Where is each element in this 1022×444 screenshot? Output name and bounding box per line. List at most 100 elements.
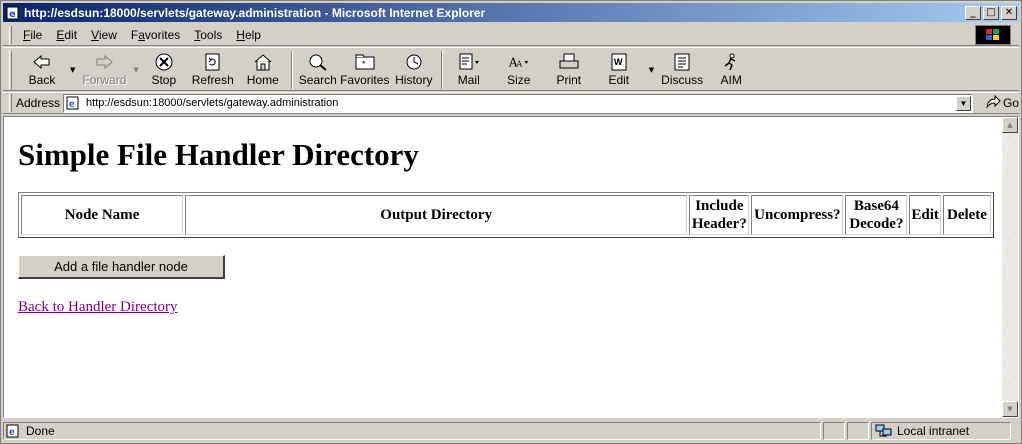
toolbar-separator (290, 51, 293, 89)
font-size-icon: AA (508, 52, 530, 72)
svg-text:A: A (515, 59, 523, 69)
vertical-scrollbar[interactable]: ▲ ▼ (1002, 117, 1018, 417)
local-intranet-icon (875, 424, 893, 438)
security-zone[interactable]: Local intranet (871, 422, 1011, 440)
column-header: Delete (942, 195, 991, 235)
column-header: Base64 Decode? (845, 195, 908, 235)
status-main: e Done (3, 422, 821, 440)
search-button[interactable]: Search (297, 48, 339, 90)
handlers-table: Node Name Output Directory Include Heade… (18, 192, 994, 238)
ie-page-icon: e (6, 424, 22, 438)
column-header: Edit (909, 195, 941, 235)
column-header: Include Header? (689, 195, 750, 235)
discuss-icon (671, 52, 693, 72)
word-edit-icon: W (608, 52, 630, 72)
column-header: Output Directory (185, 195, 688, 235)
stop-label: Stop (151, 73, 177, 87)
edit-button[interactable]: W Edit (591, 48, 647, 90)
forward-dropdown-icon[interactable]: ▼ (131, 66, 140, 74)
column-header: Node Name (21, 195, 184, 235)
menu-edit[interactable]: Edit (49, 28, 84, 42)
content-frame: Simple File Handler Directory Node Name … (3, 116, 1019, 418)
forward-label: Forward (82, 73, 127, 87)
menu-favorites[interactable]: Favorites (124, 28, 187, 42)
back-dropdown-icon[interactable]: ▼ (68, 66, 77, 74)
aim-label: AIM (720, 73, 742, 87)
address-dropdown-icon[interactable]: ▼ (955, 95, 971, 111)
favorites-folder-icon: * (354, 52, 376, 72)
svg-text:e: e (69, 99, 75, 110)
back-button[interactable]: Back (16, 48, 68, 90)
go-button[interactable]: Go (985, 94, 1019, 112)
history-button[interactable]: History (391, 48, 437, 90)
svg-text:W: W (614, 57, 623, 67)
refresh-icon (202, 52, 224, 72)
status-bar: e Done Local intranet (3, 421, 1019, 441)
windows-logo-icon (975, 25, 1011, 45)
menu-favorites-rest: vorites (144, 27, 181, 42)
menu-view[interactable]: View (84, 28, 124, 42)
menu-file[interactable]: File (16, 28, 49, 42)
browser-window: e http://esdsun:18000/servlets/gateway.a… (0, 0, 1022, 444)
menu-help-accel: H (236, 27, 245, 42)
menu-file-rest: ile (30, 27, 43, 42)
column-header: Uncompress? (751, 195, 844, 235)
maximize-button[interactable]: □ (983, 5, 999, 20)
forward-arrow-icon (93, 52, 115, 72)
refresh-label: Refresh (191, 73, 234, 87)
title-bar[interactable]: e http://esdsun:18000/servlets/gateway.a… (3, 3, 1019, 22)
standard-toolbar: Back ▼ Forward ▼ Stop Refresh Home Searc… (3, 47, 1019, 91)
refresh-button[interactable]: Refresh (187, 48, 239, 90)
stop-button[interactable]: Stop (141, 48, 187, 90)
favorites-button[interactable]: * Favorites (339, 48, 391, 90)
aim-button[interactable]: AIM (708, 48, 754, 90)
menu-favorites-accel: a (138, 27, 145, 42)
search-icon (307, 52, 329, 72)
menu-help-rest: elp (244, 27, 261, 42)
menu-edit-rest: dit (64, 27, 78, 42)
print-label: Print (556, 73, 582, 87)
favorites-label: Favorites (340, 73, 390, 87)
print-button[interactable]: Print (547, 48, 591, 90)
back-to-handler-directory-link[interactable]: Back to Handler Directory (18, 299, 178, 316)
address-url: http://esdsun:18000/servlets/gateway.adm… (86, 97, 339, 109)
address-label: Address (16, 96, 61, 110)
size-button[interactable]: AA Size (491, 48, 547, 90)
status-text: Done (26, 424, 55, 438)
close-button[interactable]: ✕ (1001, 5, 1017, 20)
scroll-up-icon[interactable]: ▲ (1002, 117, 1018, 133)
menu-tools[interactable]: Tools (187, 28, 229, 42)
aim-running-man-icon (720, 52, 742, 72)
menu-view-accel: V (91, 27, 99, 42)
discuss-button[interactable]: Discuss (656, 48, 708, 90)
address-input[interactable]: e http://esdsun:18000/servlets/gateway.a… (63, 93, 973, 113)
mail-button[interactable]: Mail (447, 48, 491, 90)
ie-page-icon: e (5, 5, 21, 21)
add-file-handler-button[interactable]: Add a file handler node (18, 255, 225, 279)
go-label: Go (1002, 96, 1019, 110)
web-page: Simple File Handler Directory Node Name … (7, 119, 1003, 415)
mail-icon (458, 52, 480, 72)
minimize-button[interactable]: _ (965, 5, 981, 20)
menu-help[interactable]: Help (229, 28, 268, 42)
home-button[interactable]: Home (239, 48, 287, 90)
toolbar-separator-2 (440, 51, 443, 89)
forward-button[interactable]: Forward (77, 48, 131, 90)
address-bar: Address e http://esdsun:18000/servlets/g… (3, 92, 1019, 114)
address-grip[interactable] (9, 94, 12, 112)
scroll-down-icon[interactable]: ▼ (1002, 401, 1018, 417)
menu-view-rest: iew (98, 27, 117, 42)
home-icon (252, 52, 274, 72)
home-label: Home (246, 73, 279, 87)
toolbar-grip[interactable] (9, 51, 12, 89)
discuss-label: Discuss (661, 73, 704, 87)
printer-icon (558, 52, 580, 72)
menu-grip[interactable] (9, 25, 12, 44)
menu-tools-rest: ools (200, 27, 223, 42)
history-label: History (395, 73, 433, 87)
svg-text:e: e (9, 9, 16, 20)
edit-dropdown-icon[interactable]: ▼ (647, 66, 656, 74)
go-arrow-icon (985, 94, 1001, 112)
menu-bar: File Edit View Favorites Tools Help (3, 24, 1019, 46)
svg-text:e: e (9, 427, 15, 438)
